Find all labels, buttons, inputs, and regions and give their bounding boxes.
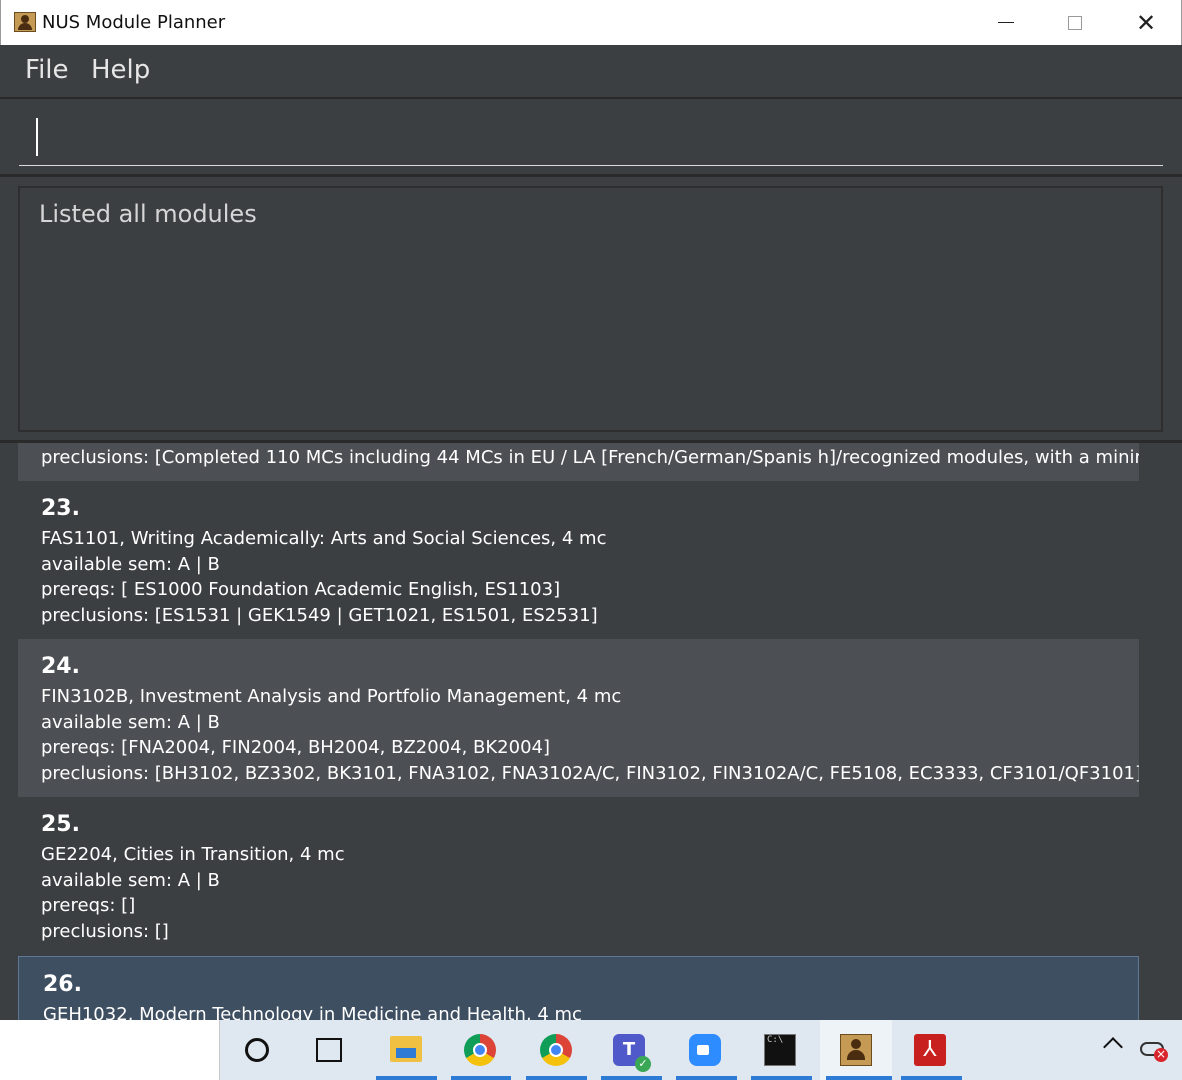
command-prompt-icon[interactable]: C:\ xyxy=(764,1034,796,1066)
module-prereqs: prereqs: [ ES1000 Foundation Academic En… xyxy=(41,579,561,600)
module-title: GE2204, Cities in Transition, 4 mc xyxy=(41,844,345,865)
module-card-24[interactable]: 24. FIN3102B, Investment Analysis and Po… xyxy=(18,639,1139,797)
list-item-partial[interactable]: preclusions: [Completed 110 MCs includin… xyxy=(18,443,1139,481)
module-title: GEH1032, Modern Technology in Medicine a… xyxy=(43,1004,582,1020)
minimize-icon xyxy=(998,22,1014,23)
app-icon xyxy=(14,12,36,32)
taskbar: T C:\ ⅄ xyxy=(0,1020,1182,1080)
zoom-icon[interactable] xyxy=(689,1034,721,1066)
chrome-icon[interactable] xyxy=(464,1034,496,1066)
result-display[interactable]: Listed all modules xyxy=(18,186,1163,432)
module-card-23[interactable]: 23. FAS1101, Writing Academically: Arts … xyxy=(18,481,1139,639)
list-edge xyxy=(1139,443,1182,1020)
result-panel: Listed all modules xyxy=(0,177,1182,443)
acrobat-running-indicator xyxy=(901,1076,962,1080)
file-explorer-icon[interactable] xyxy=(390,1036,422,1062)
menu-help[interactable]: Help xyxy=(91,55,150,85)
zoom-running-indicator xyxy=(676,1076,737,1080)
module-list[interactable]: preclusions: [Completed 110 MCs includin… xyxy=(0,443,1182,1020)
maximize-icon xyxy=(1068,15,1082,30)
module-preclusions: preclusions: [ES1531 | GEK1549 | GET1021… xyxy=(41,604,598,626)
close-button[interactable]: ✕ xyxy=(1111,0,1181,45)
chrome-running-indicator xyxy=(526,1076,587,1080)
window-title: NUS Module Planner xyxy=(42,12,226,33)
module-semesters: available sem: A | B xyxy=(41,553,220,575)
chrome-icon[interactable] xyxy=(540,1034,572,1066)
explorer-running-indicator xyxy=(376,1076,437,1080)
module-index: 23. xyxy=(41,496,80,521)
module-planner-icon[interactable] xyxy=(840,1034,872,1066)
module-index: 25. xyxy=(41,812,80,837)
partial-preclusions: preclusions: [Completed 110 MCs includin… xyxy=(41,447,1139,468)
maximize-button[interactable] xyxy=(1040,0,1110,45)
module-index: 26. xyxy=(43,972,82,997)
command-input[interactable] xyxy=(19,111,1163,166)
acrobat-icon[interactable]: ⅄ xyxy=(914,1034,946,1066)
title-bar: NUS Module Planner ✕ xyxy=(0,0,1182,45)
taskbar-search-box[interactable] xyxy=(0,1020,220,1080)
menu-bar: File Help xyxy=(0,45,1182,99)
module-card-26[interactable]: 26. GEH1032, Modern Technology in Medici… xyxy=(18,956,1139,1020)
onedrive-icon[interactable] xyxy=(1140,1042,1168,1062)
command-area xyxy=(0,99,1182,177)
module-preclusions: preclusions: [] xyxy=(41,920,169,942)
module-semesters: available sem: A | B xyxy=(41,869,220,891)
minimize-button[interactable] xyxy=(971,0,1041,45)
close-icon: ✕ xyxy=(1135,8,1157,37)
cortana-icon[interactable] xyxy=(245,1038,269,1062)
planner-running-indicator xyxy=(826,1076,892,1080)
module-index: 24. xyxy=(41,654,80,679)
module-card-25[interactable]: 25. GE2204, Cities in Transition, 4 mc a… xyxy=(18,797,1139,955)
result-message: Listed all modules xyxy=(39,200,257,228)
module-preclusions: preclusions: [BH3102, BZ3302, BK3101, FN… xyxy=(41,762,1139,784)
menu-file[interactable]: File xyxy=(25,55,69,85)
text-caret xyxy=(36,118,38,156)
module-prereqs: prereqs: [FNA2004, FIN2004, BH2004, BZ20… xyxy=(41,737,551,758)
teams-icon[interactable]: T xyxy=(613,1034,651,1072)
module-title: FIN3102B, Investment Analysis and Portfo… xyxy=(41,686,622,707)
chrome-running-indicator xyxy=(451,1076,511,1080)
cmd-running-indicator xyxy=(751,1076,812,1080)
teams-running-indicator xyxy=(601,1076,662,1080)
module-prereqs: prereqs: [] xyxy=(41,895,136,916)
module-title: FAS1101, Writing Academically: Arts and … xyxy=(41,528,607,549)
module-semesters: available sem: A | B xyxy=(41,711,220,733)
task-view-icon[interactable] xyxy=(316,1038,342,1062)
chevron-up-icon[interactable] xyxy=(1103,1037,1123,1057)
